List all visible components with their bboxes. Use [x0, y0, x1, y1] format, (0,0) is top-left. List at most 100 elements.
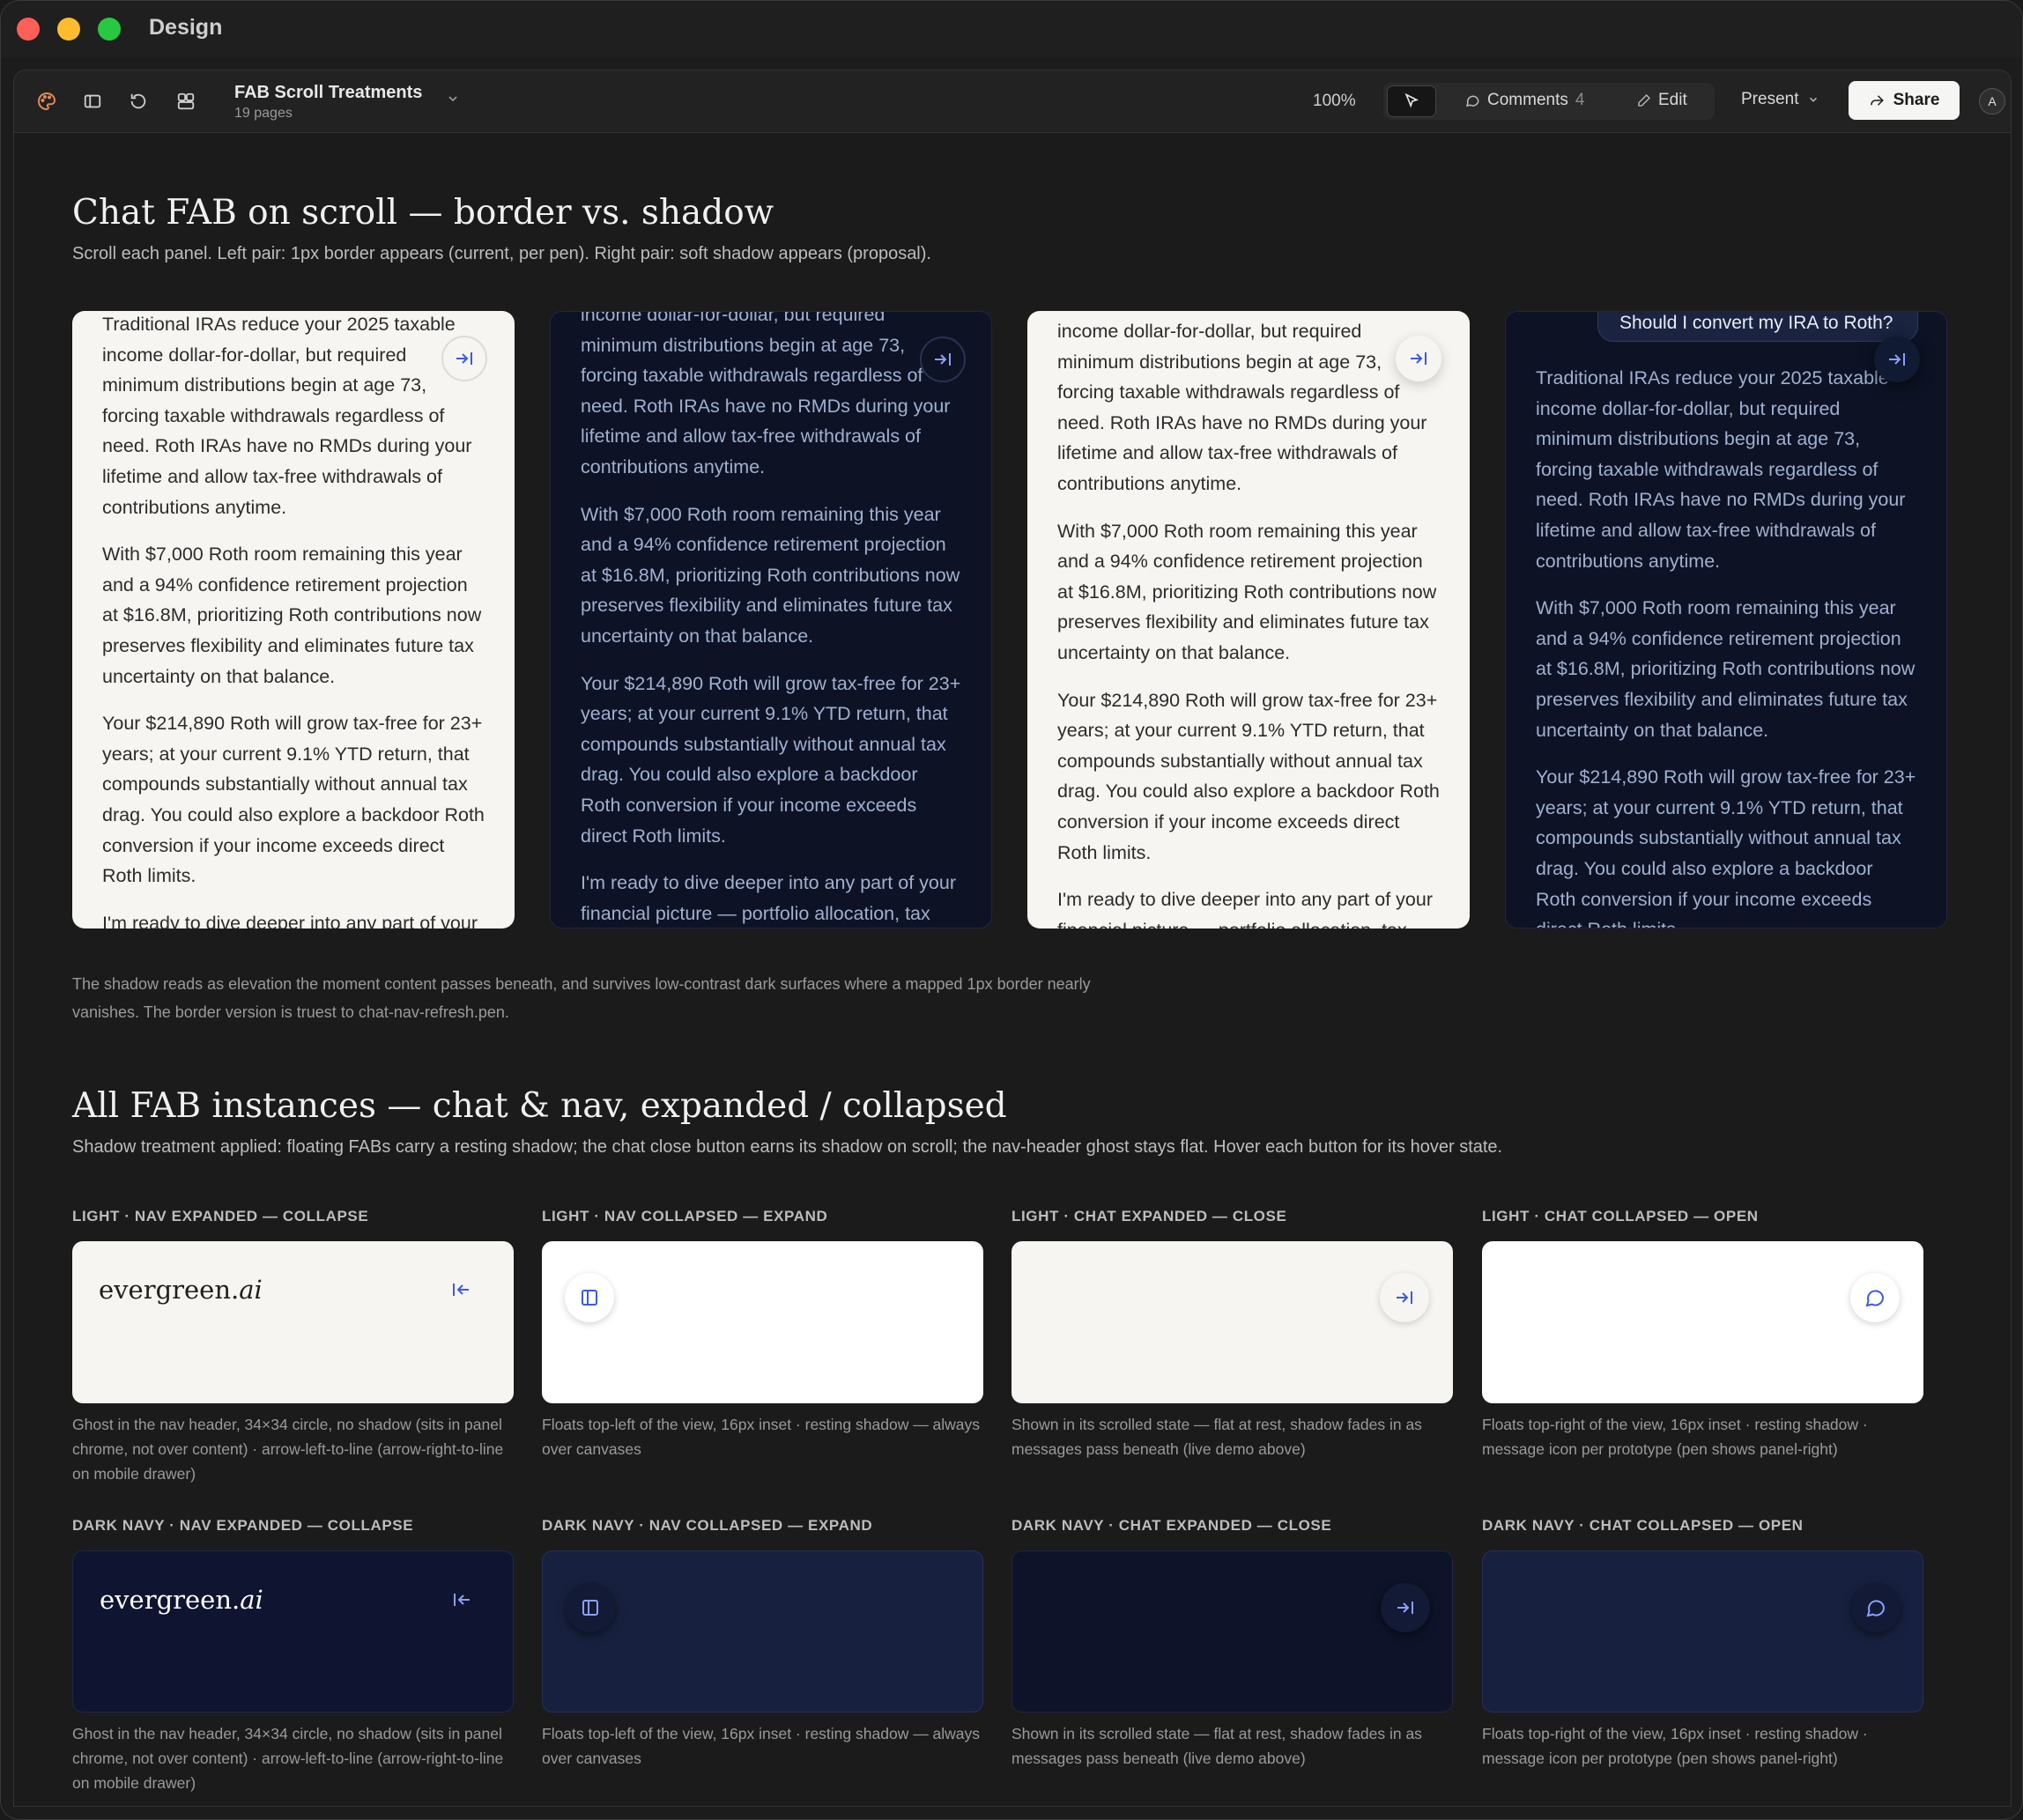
- document-title[interactable]: FAB Scroll Treatments: [234, 83, 422, 103]
- arrow-left-to-line-icon: [454, 1594, 470, 1606]
- message-paragraph: I'm ready to dive deeper into any part o…: [1057, 889, 1433, 928]
- pointer-tool-button[interactable]: [1387, 85, 1436, 117]
- zoom-level[interactable]: 100%: [1313, 92, 1356, 111]
- instance-description: Shown in its scrolled state — flat at re…: [1012, 1416, 1422, 1458]
- instance-description: Floats top-left of the view, 16px inset …: [542, 1416, 981, 1458]
- message-paragraph: Your $214,890 Roth will grow tax-free fo…: [1057, 689, 1440, 863]
- dark-nav-expanded-card: evergreen.ai: [72, 1550, 514, 1713]
- chat-close-fab[interactable]: [1396, 336, 1441, 381]
- message-paragraph: I'm ready to dive deeper into any part o…: [102, 912, 478, 928]
- instance-label: DARK NAVY · NAV COLLAPSED — EXPAND: [542, 1517, 873, 1534]
- pointer-icon: [1404, 92, 1419, 108]
- arrow-right-to-line-icon: [1889, 353, 1905, 366]
- dark-chat-collapsed-card: [1482, 1550, 1923, 1713]
- instance-description: Ghost in the nav header, 34×34 circle, n…: [72, 1725, 504, 1792]
- minimize-window-button[interactable]: [57, 18, 80, 41]
- message-paragraph: With $7,000 Roth room remaining this yea…: [1057, 520, 1437, 663]
- arrow-right-to-line-icon: [1397, 1602, 1413, 1614]
- message-paragraph: I'm ready to dive deeper into any part o…: [581, 872, 956, 924]
- scroll-panel-light-shadow[interactable]: income dollar-for-dollar, but required m…: [1027, 311, 1470, 928]
- sidebar-icon[interactable]: [79, 88, 106, 115]
- section-footnote: The shadow reads as elevation the moment…: [72, 975, 1091, 1021]
- comments-label: Comments: [1487, 91, 1568, 109]
- message-paragraph: Your $214,890 Roth will grow tax-free fo…: [581, 672, 961, 847]
- brand-logo: evergreen.ai: [100, 1585, 263, 1615]
- dark-nav-collapsed-card: [542, 1550, 983, 1713]
- chevron-down-icon[interactable]: [446, 92, 460, 110]
- comment-icon: [1465, 95, 1479, 107]
- message-paragraph: Traditional IRAs reduce your 2025 taxabl…: [102, 314, 472, 518]
- palette-icon[interactable]: [33, 88, 60, 115]
- arrow-right-to-line-icon: [935, 353, 951, 366]
- zoom-window-button[interactable]: [98, 18, 121, 41]
- pencil-icon: [1638, 94, 1650, 107]
- instance-description: Floats top-left of the view, 16px inset …: [542, 1725, 981, 1767]
- arrow-right-to-line-icon: [456, 352, 472, 365]
- light-chat-expanded-card: [1012, 1241, 1453, 1403]
- message-circle-icon: [1866, 1600, 1886, 1617]
- message-paragraph: With $7,000 Roth room remaining this yea…: [581, 503, 960, 647]
- arrow-left-to-line-icon: [453, 1284, 469, 1296]
- title-bar: Design: [1, 1, 2022, 57]
- brand-logo: evergreen.ai: [99, 1275, 263, 1305]
- section-title-fab-instances: All FAB instances — chat & nav, expanded…: [72, 1086, 1007, 1126]
- message-paragraph: Your $214,890 Roth will grow tax-free fo…: [102, 713, 485, 887]
- instance-label: LIGHT · NAV EXPANDED — COLLAPSE: [72, 1208, 369, 1224]
- nav-expand-fab[interactable]: [566, 1583, 615, 1632]
- panel-left-icon: [582, 1600, 598, 1616]
- message-paragraph: income dollar-for-dollar, but required m…: [1057, 321, 1427, 494]
- instance-description: Floats top-right of the view, 16px inset…: [1482, 1416, 1868, 1458]
- user-message-bubble: Should I convert my IRA to Roth?: [1597, 312, 1918, 342]
- instance-label: DARK NAVY · NAV EXPANDED — COLLAPSE: [72, 1517, 414, 1534]
- panel-left-icon: [582, 1290, 597, 1306]
- share-label: Share: [1893, 91, 1940, 109]
- message-paragraph: Your $214,890 Roth will grow tax-free fo…: [1536, 766, 1916, 928]
- arrow-right-to-line-icon: [1397, 1291, 1412, 1304]
- comments-button[interactable]: Comments 4: [1464, 91, 1584, 110]
- chat-close-fab[interactable]: [920, 337, 966, 382]
- toolbar: FAB Scroll Treatments 19 pages 100% Comm…: [13, 70, 2012, 133]
- instance-description: Floats top-right of the view, 16px inset…: [1482, 1725, 1868, 1767]
- message-paragraph: Traditional IRAs reduce your 2025 taxabl…: [1536, 367, 1906, 572]
- instance-label: LIGHT · NAV COLLAPSED — EXPAND: [542, 1208, 828, 1224]
- avatar[interactable]: A: [1979, 88, 2005, 115]
- app-window: Design FAB Scroll Treatments 19 pages 10…: [0, 0, 2023, 1820]
- instance-label: LIGHT · CHAT COLLAPSED — OPEN: [1482, 1208, 1759, 1224]
- dark-chat-expanded-card: [1012, 1550, 1453, 1713]
- instance-description: Ghost in the nav header, 34×34 circle, n…: [72, 1416, 504, 1483]
- chat-close-fab[interactable]: [1380, 1273, 1429, 1322]
- close-window-button[interactable]: [17, 18, 40, 41]
- share-button[interactable]: Share: [1849, 81, 1960, 120]
- window-title: Design: [149, 15, 223, 40]
- scroll-panel-light-border[interactable]: Traditional IRAs reduce your 2025 taxabl…: [72, 311, 515, 928]
- instance-label: LIGHT · CHAT EXPANDED — CLOSE: [1012, 1208, 1287, 1224]
- nav-collapse-button[interactable]: [447, 1585, 477, 1615]
- message-circle-icon: [1865, 1290, 1885, 1307]
- section-lead-scroll: Scroll each panel. Left pair: 1px border…: [72, 244, 931, 263]
- light-chat-collapsed-card: [1482, 1241, 1923, 1403]
- share-arrow-icon: [1870, 95, 1884, 106]
- nav-expand-fab[interactable]: [565, 1273, 614, 1322]
- edit-button[interactable]: Edit: [1637, 91, 1687, 110]
- chat-close-fab[interactable]: [441, 336, 487, 381]
- present-label: Present: [1741, 90, 1799, 108]
- chat-open-fab[interactable]: [1851, 1583, 1901, 1632]
- refresh-icon[interactable]: [125, 88, 152, 115]
- message-paragraph: With $7,000 Roth room remaining this yea…: [1536, 597, 1916, 741]
- message-paragraph: With $7,000 Roth room remaining this yea…: [102, 544, 482, 687]
- instance-label: DARK NAVY · CHAT COLLAPSED — OPEN: [1482, 1517, 1804, 1534]
- edit-label: Edit: [1658, 91, 1687, 109]
- instance-description: Shown in its scrolled state — flat at re…: [1012, 1725, 1422, 1767]
- light-nav-collapsed-card: [542, 1241, 983, 1403]
- chat-close-fab[interactable]: [1874, 337, 1920, 382]
- section-lead-fab-instances: Shadow treatment applied: floating FABs …: [72, 1137, 1503, 1157]
- scroll-panel-dark-shadow[interactable]: Should I convert my IRA to Roth? Traditi…: [1505, 311, 1947, 928]
- nav-collapse-button[interactable]: [446, 1275, 476, 1305]
- mode-segmented-control: Comments 4 Edit: [1383, 83, 1715, 120]
- present-button[interactable]: Present: [1741, 90, 1819, 109]
- components-icon[interactable]: [173, 88, 199, 115]
- scroll-panel-dark-border[interactable]: income dollar-for-dollar, but required m…: [550, 311, 992, 928]
- chat-open-fab[interactable]: [1850, 1273, 1900, 1322]
- arrow-right-to-line-icon: [1411, 352, 1426, 365]
- chat-close-fab[interactable]: [1381, 1583, 1430, 1632]
